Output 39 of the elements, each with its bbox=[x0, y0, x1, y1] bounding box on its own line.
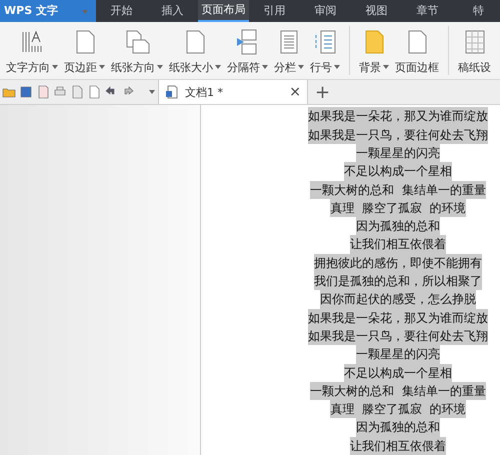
document-title: 文档1 * bbox=[185, 84, 223, 100]
menu-tab[interactable]: 视图 bbox=[351, 0, 402, 22]
caret-icon bbox=[262, 65, 268, 70]
menu-tab[interactable]: 引用 bbox=[249, 0, 300, 22]
ribbon-button[interactable]: 行号 bbox=[307, 22, 343, 80]
menu-tab[interactable]: 插入 bbox=[147, 0, 198, 22]
ribbon-button[interactable]: 纸张大小 bbox=[166, 22, 224, 80]
ribbon-button[interactable]: 分栏 bbox=[271, 22, 307, 80]
app-menu-button[interactable]: WPS 文字 bbox=[0, 0, 96, 22]
caret-icon bbox=[149, 90, 155, 94]
close-tab-button[interactable]: × bbox=[289, 84, 301, 100]
menu-tab[interactable]: 特 bbox=[453, 0, 500, 22]
caret-icon bbox=[99, 65, 105, 70]
ribbon-button[interactable]: 文字方向 bbox=[3, 22, 61, 80]
document-tab[interactable]: 文档1 * × bbox=[158, 80, 308, 104]
document-search-icon[interactable] bbox=[87, 85, 101, 100]
menu-tab[interactable]: 开始 bbox=[96, 0, 147, 22]
caret-icon bbox=[157, 65, 163, 70]
caret-icon bbox=[82, 10, 88, 14]
new-tab-button[interactable]: + bbox=[315, 82, 330, 103]
ribbon-button[interactable]: 纸张方向 bbox=[108, 22, 166, 80]
caret-icon bbox=[383, 65, 389, 70]
menu-tab[interactable]: 审阅 bbox=[300, 0, 351, 22]
ribbon-button[interactable]: 页面边框 bbox=[392, 22, 442, 80]
ribbon-button[interactable]: 背景 bbox=[356, 22, 392, 80]
menu-tab[interactable]: 页面布局 bbox=[198, 0, 249, 22]
pdf-icon[interactable] bbox=[36, 85, 50, 100]
menu-tab[interactable]: 章节 bbox=[402, 0, 453, 22]
save-icon[interactable] bbox=[19, 85, 33, 100]
caret-icon bbox=[334, 65, 340, 70]
caret-icon bbox=[298, 65, 304, 70]
ribbon-button[interactable]: 稿纸设 bbox=[455, 22, 494, 80]
ribbon-button[interactable]: 分隔符 bbox=[224, 22, 271, 80]
ribbon-button[interactable]: 页边距 bbox=[61, 22, 108, 80]
app-title: WPS 文字 bbox=[4, 3, 58, 18]
print-preview-icon[interactable] bbox=[70, 85, 84, 100]
caret-icon bbox=[52, 65, 58, 70]
caret-icon bbox=[215, 65, 221, 70]
document-icon bbox=[165, 85, 179, 100]
